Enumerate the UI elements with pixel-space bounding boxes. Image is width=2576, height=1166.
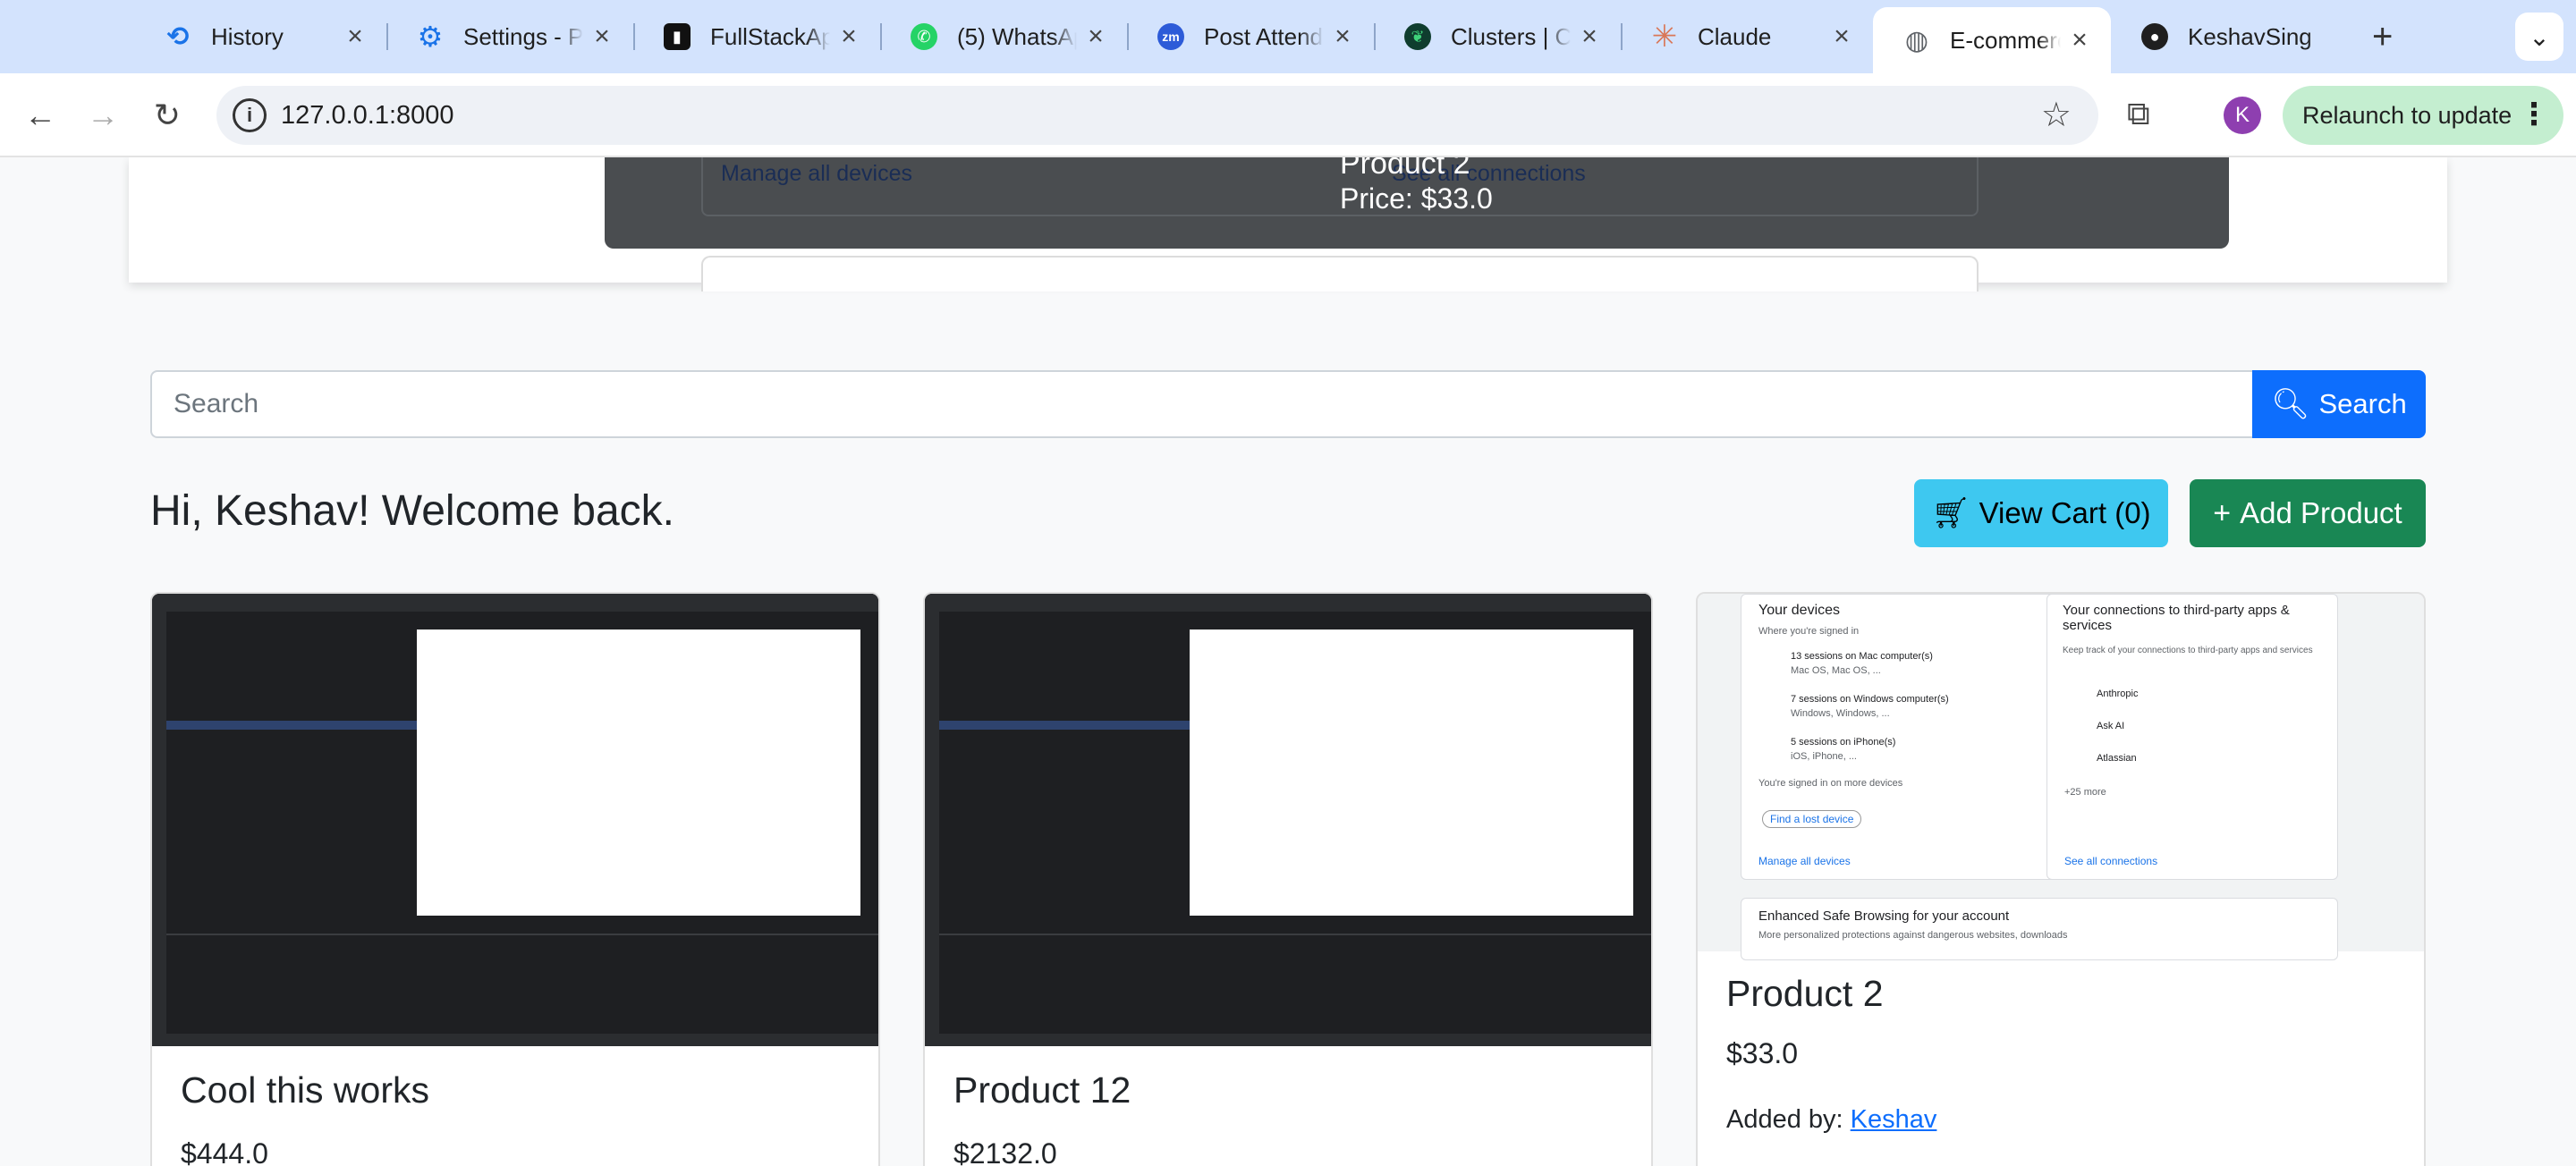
product-price: $33.0 [1726, 1037, 1799, 1069]
search-button-label: Search [2318, 388, 2407, 419]
close-icon[interactable]: × [1329, 21, 1356, 52]
preview-product-name: Product 2 [1340, 157, 1470, 181]
forward-button[interactable]: → [82, 95, 123, 136]
close-icon[interactable]: × [1828, 21, 1855, 52]
product-card[interactable]: Product 12 $2132.0 [923, 592, 1653, 1166]
add-product-button[interactable]: + Add Product [2190, 479, 2426, 547]
history-icon: ⟲ [166, 21, 190, 52]
product-card[interactable]: Cool this works $444.0 [150, 592, 880, 1166]
preview-manage-link: Manage all devices [721, 161, 913, 186]
product-image[interactable]: Your devices Where you're signed in 13 s… [1698, 594, 2424, 960]
claude-icon: ✳ [1651, 20, 1678, 54]
tab-settings[interactable]: ⚙ Settings - P × [386, 9, 635, 64]
product-card[interactable]: Your devices Where you're signed in 13 s… [1696, 592, 2426, 1166]
zoom-icon: zm [1157, 23, 1184, 50]
tab-title: KeshavSing [2188, 22, 2312, 50]
reload-icon: ↻ [153, 97, 182, 133]
gear-icon: ⚙ [417, 21, 444, 53]
globe-icon: ◍ [1904, 25, 1929, 55]
more-vert-icon[interactable]: ⋮ [2519, 98, 2549, 131]
tab-history[interactable]: ⟲ History × [134, 9, 388, 64]
tab-title: Settings - P [463, 22, 583, 50]
tab-title: (5) WhatsAp [957, 22, 1077, 50]
tab-claude[interactable]: ✳ Claude × [1621, 9, 1873, 64]
close-icon[interactable]: × [589, 21, 615, 52]
product-image[interactable] [925, 594, 1651, 1046]
reload-button[interactable]: ↻ [147, 95, 188, 136]
product-name: Cool this works [181, 1069, 429, 1111]
relaunch-button[interactable]: Relaunch to update ⋮ [2283, 86, 2563, 145]
product-image[interactable] [152, 594, 878, 1046]
star-icon[interactable]: ☆ [2041, 95, 2072, 135]
arrow-left-icon: ← [24, 97, 56, 133]
close-icon[interactable]: × [1082, 21, 1109, 52]
ide-screenshot [925, 594, 1651, 1046]
tab-strip: ⟲ History × ⚙ Settings - P × ▮ FullStack… [0, 0, 2576, 73]
page-viewport: Manage all devices See all connections P… [0, 157, 2576, 1166]
tab-title: E-commerc [1950, 26, 2061, 54]
extensions-puzzle-icon[interactable]: ⧉ [2127, 95, 2150, 133]
close-icon[interactable]: × [342, 21, 369, 52]
add-product-label: Add Product [2240, 496, 2402, 529]
search-form: 🔍︎ Search [150, 370, 2426, 438]
close-icon[interactable]: × [2066, 25, 2093, 55]
search-input[interactable] [150, 370, 2254, 438]
tab-clusters[interactable]: ❦ Clusters | C × [1374, 9, 1623, 64]
welcome-heading: Hi, Keshav! Welcome back. [150, 487, 675, 535]
card-strip [701, 256, 1979, 292]
product-name: Product 2 [1726, 973, 1884, 1014]
product-price: $2132.0 [953, 1137, 1057, 1166]
github-icon: ● [2141, 23, 2168, 50]
back-button[interactable]: ← [20, 95, 61, 136]
view-cart-button[interactable]: 🛒︎ View Cart (0) [1914, 479, 2168, 547]
ide-screenshot [152, 594, 878, 1046]
added-by-label: Added by: [1726, 1105, 1843, 1134]
tab-title: Clusters | C [1451, 22, 1571, 50]
browser-toolbar: ← → ↻ i 127.0.0.1:8000 ☆ ⧉ K Relaunch to… [0, 73, 2576, 157]
tab-search-button[interactable]: ⌄ [2515, 13, 2563, 61]
tab-ecommerce[interactable]: ◍ E-commerc × [1873, 7, 2111, 73]
cart-icon: 🛒︎ [1931, 496, 1970, 530]
tab-github[interactable]: ● KeshavSing [2111, 9, 2354, 64]
tab-title: History [211, 22, 284, 50]
info-icon[interactable]: i [233, 98, 267, 132]
chevron-down-icon: ⌄ [2529, 22, 2550, 51]
tab-zoom[interactable]: zm Post Attend × [1127, 9, 1376, 64]
close-icon[interactable]: × [835, 21, 862, 52]
new-tab-button[interactable]: + [2372, 16, 2393, 57]
product-name: Product 12 [953, 1069, 1131, 1111]
tab-title: Claude [1698, 22, 1772, 50]
close-icon[interactable]: × [1576, 21, 1603, 52]
preview-product-price: Price: $33.0 [1340, 182, 1493, 215]
leaf-icon: ❦ [1404, 23, 1431, 50]
search-button[interactable]: 🔍︎ Search [2252, 370, 2426, 438]
url-text[interactable]: 127.0.0.1:8000 [281, 101, 454, 131]
view-cart-label: View Cart (0) [1979, 496, 2151, 529]
settings-screenshot: Your devices Where you're signed in 13 s… [1698, 594, 2424, 960]
modal-card-bottom: Manage all devices See all connections P… [129, 157, 2447, 292]
search-icon: 🔍︎ [2271, 387, 2310, 421]
tab-title: Post Attend [1204, 22, 1323, 50]
product-price: $444.0 [181, 1137, 268, 1166]
tab-whatsapp[interactable]: ✆ (5) WhatsAp × [880, 9, 1129, 64]
image-preview-overlay: Manage all devices See all connections P… [605, 157, 2229, 249]
added-by-user-link[interactable]: Keshav [1851, 1105, 1937, 1134]
added-by: Added by: Keshav [1726, 1105, 1936, 1135]
arrow-right-icon: → [87, 97, 119, 133]
address-bar[interactable]: i 127.0.0.1:8000 ☆ [216, 86, 2098, 145]
relaunch-label: Relaunch to update [2302, 101, 2512, 129]
whatsapp-icon: ✆ [911, 23, 937, 50]
tab-title: FullStackAp [710, 22, 830, 50]
plus-icon: + [2213, 495, 2232, 530]
tab-fullstackapp[interactable]: ▮ FullStackAp × [633, 9, 882, 64]
avatar[interactable]: K [2224, 97, 2261, 134]
app-icon: ▮ [664, 23, 691, 50]
